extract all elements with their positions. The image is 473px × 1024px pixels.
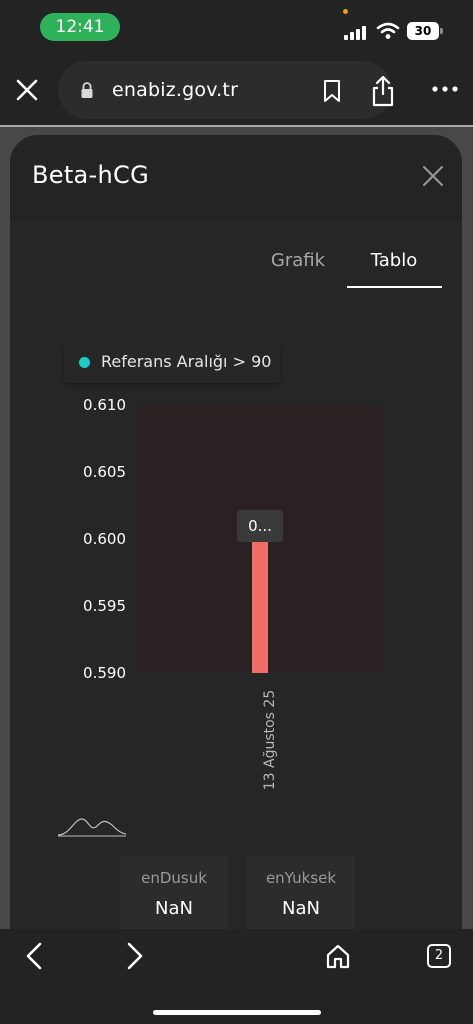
bar-data-label: 0... [237, 510, 283, 542]
legend-label: Referans Aralığı > 90 [101, 352, 272, 371]
more-options-icon[interactable] [431, 83, 459, 95]
battery-icon: 30 [407, 22, 443, 40]
home-indicator [153, 1010, 321, 1015]
url-text: enabiz.gov.tr [112, 79, 239, 101]
bookmark-icon[interactable] [322, 79, 342, 103]
y-tick-label: 0.610 [83, 396, 126, 414]
browser-toolbar: enabiz.gov.tr [0, 55, 473, 125]
tabs-count-button[interactable]: 2 [427, 944, 451, 968]
y-tick-label: 0.595 [83, 597, 126, 615]
privacy-indicator-dot [343, 9, 348, 14]
modal-close-icon[interactable] [422, 165, 444, 187]
trend-thumbnail-icon[interactable] [56, 815, 128, 837]
tab-tablo[interactable]: Tablo [356, 247, 432, 287]
forward-arrow-icon[interactable] [125, 942, 145, 970]
status-time: 12:41 [40, 13, 120, 41]
modal-header: Beta-hCG [10, 135, 462, 217]
y-tick-label: 0.600 [83, 530, 126, 548]
stat-value: NaN [282, 898, 320, 919]
bar[interactable] [252, 539, 268, 673]
y-tick-label: 0.590 [83, 664, 126, 682]
browser-bottom-bar: 2 [0, 929, 473, 1024]
stat-label: enYuksek [265, 869, 337, 887]
home-icon[interactable] [325, 943, 351, 969]
stat-label: enDusuk [141, 869, 207, 887]
lock-icon [81, 82, 93, 98]
active-tab-indicator [347, 286, 442, 288]
stat-card-min: enDusuk NaN [120, 856, 228, 935]
status-bar: 12:41 30 [0, 0, 473, 55]
page-top-edge [0, 125, 473, 127]
modal-title: Beta-hCG [32, 161, 149, 189]
share-icon[interactable] [370, 75, 396, 107]
stat-value: NaN [155, 898, 193, 919]
stat-card-max: enYuksek NaN [247, 856, 355, 935]
legend-marker [79, 357, 90, 368]
chart-legend[interactable]: Referans Aralığı > 90 [64, 341, 280, 383]
cellular-signal-icon [344, 24, 370, 40]
x-axis-tick: 13 Ağustos 25 [262, 685, 278, 795]
address-bar[interactable]: enabiz.gov.tr [58, 61, 394, 119]
y-tick-label: 0.605 [83, 463, 126, 481]
wifi-icon [376, 22, 400, 39]
tab-grafik[interactable]: Grafik [260, 247, 336, 287]
result-modal: Beta-hCG Grafik Tablo Referans Aralığı >… [10, 135, 462, 935]
back-arrow-icon[interactable] [24, 942, 44, 970]
x-tick-label: 13 Ağustos 25 [262, 689, 278, 791]
close-icon[interactable] [14, 77, 40, 103]
view-tabs: Grafik Tablo [260, 247, 450, 291]
